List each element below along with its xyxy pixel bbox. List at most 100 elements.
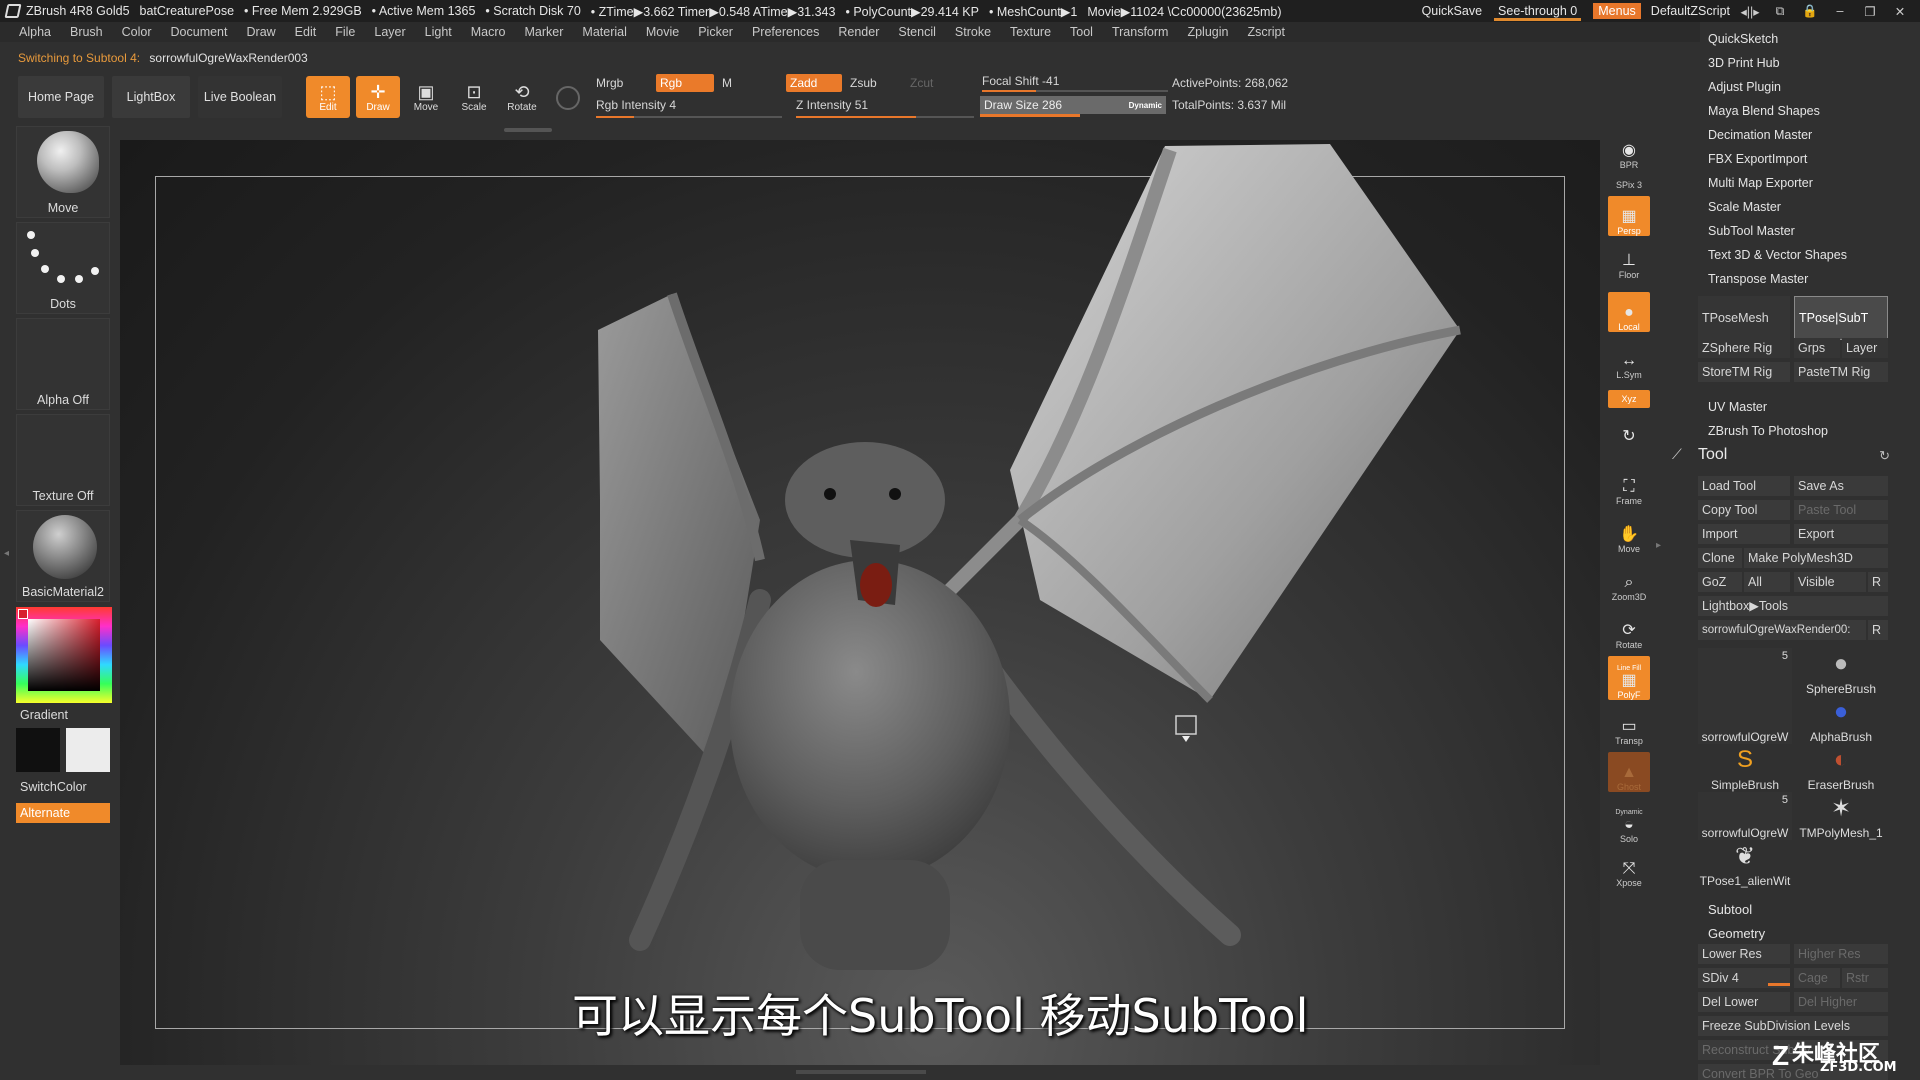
goz-r-button[interactable]: R [1868,572,1888,592]
brush-tile-tmpolymesh[interactable]: ✶ TMPolyMesh_1 [1794,792,1888,840]
goz-visible-button[interactable]: Visible [1794,572,1866,592]
bpr-button[interactable]: ◉ BPR [1608,130,1650,170]
export-button[interactable]: Export [1794,524,1888,544]
tpose-subt-button[interactable]: TPose|SubT [1794,296,1888,340]
current-tool-r-button[interactable]: R [1868,620,1888,640]
plugin-text3d[interactable]: Text 3D & Vector Shapes [1708,248,1847,262]
watermark-logo-icon: Z [1772,1040,1790,1071]
transparency-icon: ▭ [1621,718,1637,735]
star-icon: ✶ [1830,795,1852,822]
plugin-adjust[interactable]: Adjust Plugin [1708,80,1781,94]
xyz-button[interactable]: Xyz [1608,390,1650,408]
grps-toggle[interactable]: Grps [1794,338,1840,358]
tongue [860,563,892,607]
storetm-rig-button[interactable]: StoreTM Rig [1698,362,1790,382]
cage-button[interactable]: Cage [1794,968,1840,988]
brush-tile-tpose-alien[interactable]: ❦ TPose1_alienWit [1698,840,1792,888]
paste-tool-button[interactable]: Paste Tool [1794,500,1888,520]
zsphere-rig-button[interactable]: ZSphere Rig [1698,338,1790,358]
import-button[interactable]: Import [1698,524,1790,544]
move-view-button[interactable]: ✋ Move [1608,514,1650,554]
brush-tile-simplebrush[interactable]: S SimpleBrush [1698,744,1792,792]
plugin-scale-master[interactable]: Scale Master [1708,200,1781,214]
tool-palette-icon: ⟋ [1672,446,1682,462]
right-collapse-arrow-icon[interactable]: ▸ [1656,540,1661,551]
plugin-transpose-master[interactable]: Transpose Master [1708,272,1808,286]
make-polymesh3d-button[interactable]: Make PolyMesh3D [1744,548,1888,568]
lsym-button[interactable]: ↔ L.Sym [1608,340,1650,380]
perspective-icon: ▦ [1621,208,1637,225]
ghost-button[interactable]: ▲ Ghost [1608,752,1650,792]
clone-button[interactable]: Clone [1698,548,1742,568]
bpr-icon: ◉ [1622,142,1636,159]
goz-all-button[interactable]: All [1744,572,1790,592]
del-lower-button[interactable]: Del Lower [1698,992,1790,1012]
local-button[interactable]: ● Local [1608,292,1650,332]
axis-rotate-icon: ↻ [1622,428,1636,445]
lower-res-button[interactable]: Lower Res [1698,944,1790,964]
frame-icon: ⛶ [1623,478,1635,495]
plugin-decimation-master[interactable]: Decimation Master [1708,128,1812,142]
brush-tile-eraserbrush[interactable]: ◐ EraserBrush [1794,744,1888,792]
spix-slider[interactable]: SPix 3 [1608,172,1650,190]
refresh-icon[interactable]: ↻ [1879,448,1890,464]
brush-tile-sorrowfulogre-2[interactable]: 5 sorrowfulOgreW [1698,792,1792,840]
load-tool-button[interactable]: Load Tool [1698,476,1790,496]
plugin-zbrush-to-photoshop[interactable]: ZBrush To Photoshop [1708,424,1828,438]
plugin-uv-master[interactable]: UV Master [1708,400,1767,414]
local-icon: ● [1624,304,1634,321]
lsym-icon: ↔ [1621,352,1637,369]
brush-tile-sorrowfulogre-1[interactable]: 5 sorrowfulOgreW [1698,648,1792,744]
brush-tile-alphabrush[interactable]: ● AlphaBrush [1794,696,1888,744]
solo-icon: ◒ [1624,816,1634,833]
plugin-fbx-exportimport[interactable]: FBX ExportImport [1708,152,1807,166]
copy-tool-button[interactable]: Copy Tool [1698,500,1790,520]
hand-icon: ✋ [1619,526,1639,543]
transp-button[interactable]: ▭ Transp [1608,706,1650,746]
rotate-view-icon: ⟳ [1622,622,1636,639]
goz-button[interactable]: GoZ [1698,572,1742,592]
xpose-icon: ⤧ [1622,860,1636,877]
plugin-subtool-master[interactable]: SubTool Master [1708,224,1795,238]
plugin-maya-blend-shapes[interactable]: Maya Blend Shapes [1708,104,1820,118]
torso [730,560,1010,880]
floor-icon: ⊥ [1622,252,1636,269]
lightbox-tools-button[interactable]: Lightbox▶Tools [1698,596,1888,616]
rotation-axis-icons[interactable]: ↻ [1608,410,1650,446]
right-palette: QuickSketch 3D Print Hub Adjust Plugin M… [1672,26,1894,1080]
rotate-view-button[interactable]: ⟳ Rotate [1608,610,1650,650]
pastetm-rig-button[interactable]: PasteTM Rig [1794,362,1888,382]
frame-button[interactable]: ⛶ Frame [1608,466,1650,506]
tool-palette-header[interactable]: Tool [1698,446,1727,464]
brush-tile-spherebrush[interactable]: ● SphereBrush [1794,648,1888,696]
geometry-section-header[interactable]: Geometry [1708,926,1765,941]
zoom3d-button[interactable]: ⌕ Zoom3D [1608,562,1650,602]
persp-button[interactable]: ▦ Persp [1608,196,1650,236]
right-view-strip: ◉ BPR SPix 3 ▦ Persp ⊥ Floor ● Local ↔ L.Sym … [1604,126,1652,888]
xpose-button[interactable]: ⤧ Xpose [1608,848,1650,888]
plugin-quicksketch[interactable]: QuickSketch [1708,32,1778,46]
sdiv-slider[interactable]: SDiv 4 [1698,968,1790,988]
freeze-subdivision-button[interactable]: Freeze SubDivision Levels [1698,1016,1888,1036]
torso-base [800,860,950,970]
ghost-icon: ▲ [1621,764,1637,781]
plugin-multi-map-exporter[interactable]: Multi Map Exporter [1708,176,1813,190]
rstr-button[interactable]: Rstr [1842,968,1888,988]
save-as-button[interactable]: Save As [1794,476,1888,496]
tposemesh-button[interactable]: TPoseMesh [1698,296,1790,340]
subtool-section-header[interactable]: Subtool [1708,902,1752,917]
bottom-scroll-handle[interactable] [796,1070,926,1074]
video-subtitle: 可以显示每个SubTool 移动SubTool [572,989,1309,1043]
cursor-icon [1175,715,1197,735]
simple-brush-icon: S [1736,746,1753,773]
solo-button[interactable]: Dynamic ◒ Solo [1608,798,1650,844]
polyf-button[interactable]: Line Fill ▦ PolyF [1608,656,1650,700]
left-eye [824,488,836,500]
current-tool-slider[interactable]: sorrowfulOgreWaxRender00: [1698,620,1866,640]
floor-button[interactable]: ⊥ Floor [1608,240,1650,280]
del-higher-button[interactable]: Del Higher [1794,992,1888,1012]
layer-toggle[interactable]: Layer [1842,338,1888,358]
higher-res-button[interactable]: Higher Res [1794,944,1888,964]
plugin-3d-print-hub[interactable]: 3D Print Hub [1708,56,1780,70]
zoom-icon: ⌕ [1624,574,1634,591]
